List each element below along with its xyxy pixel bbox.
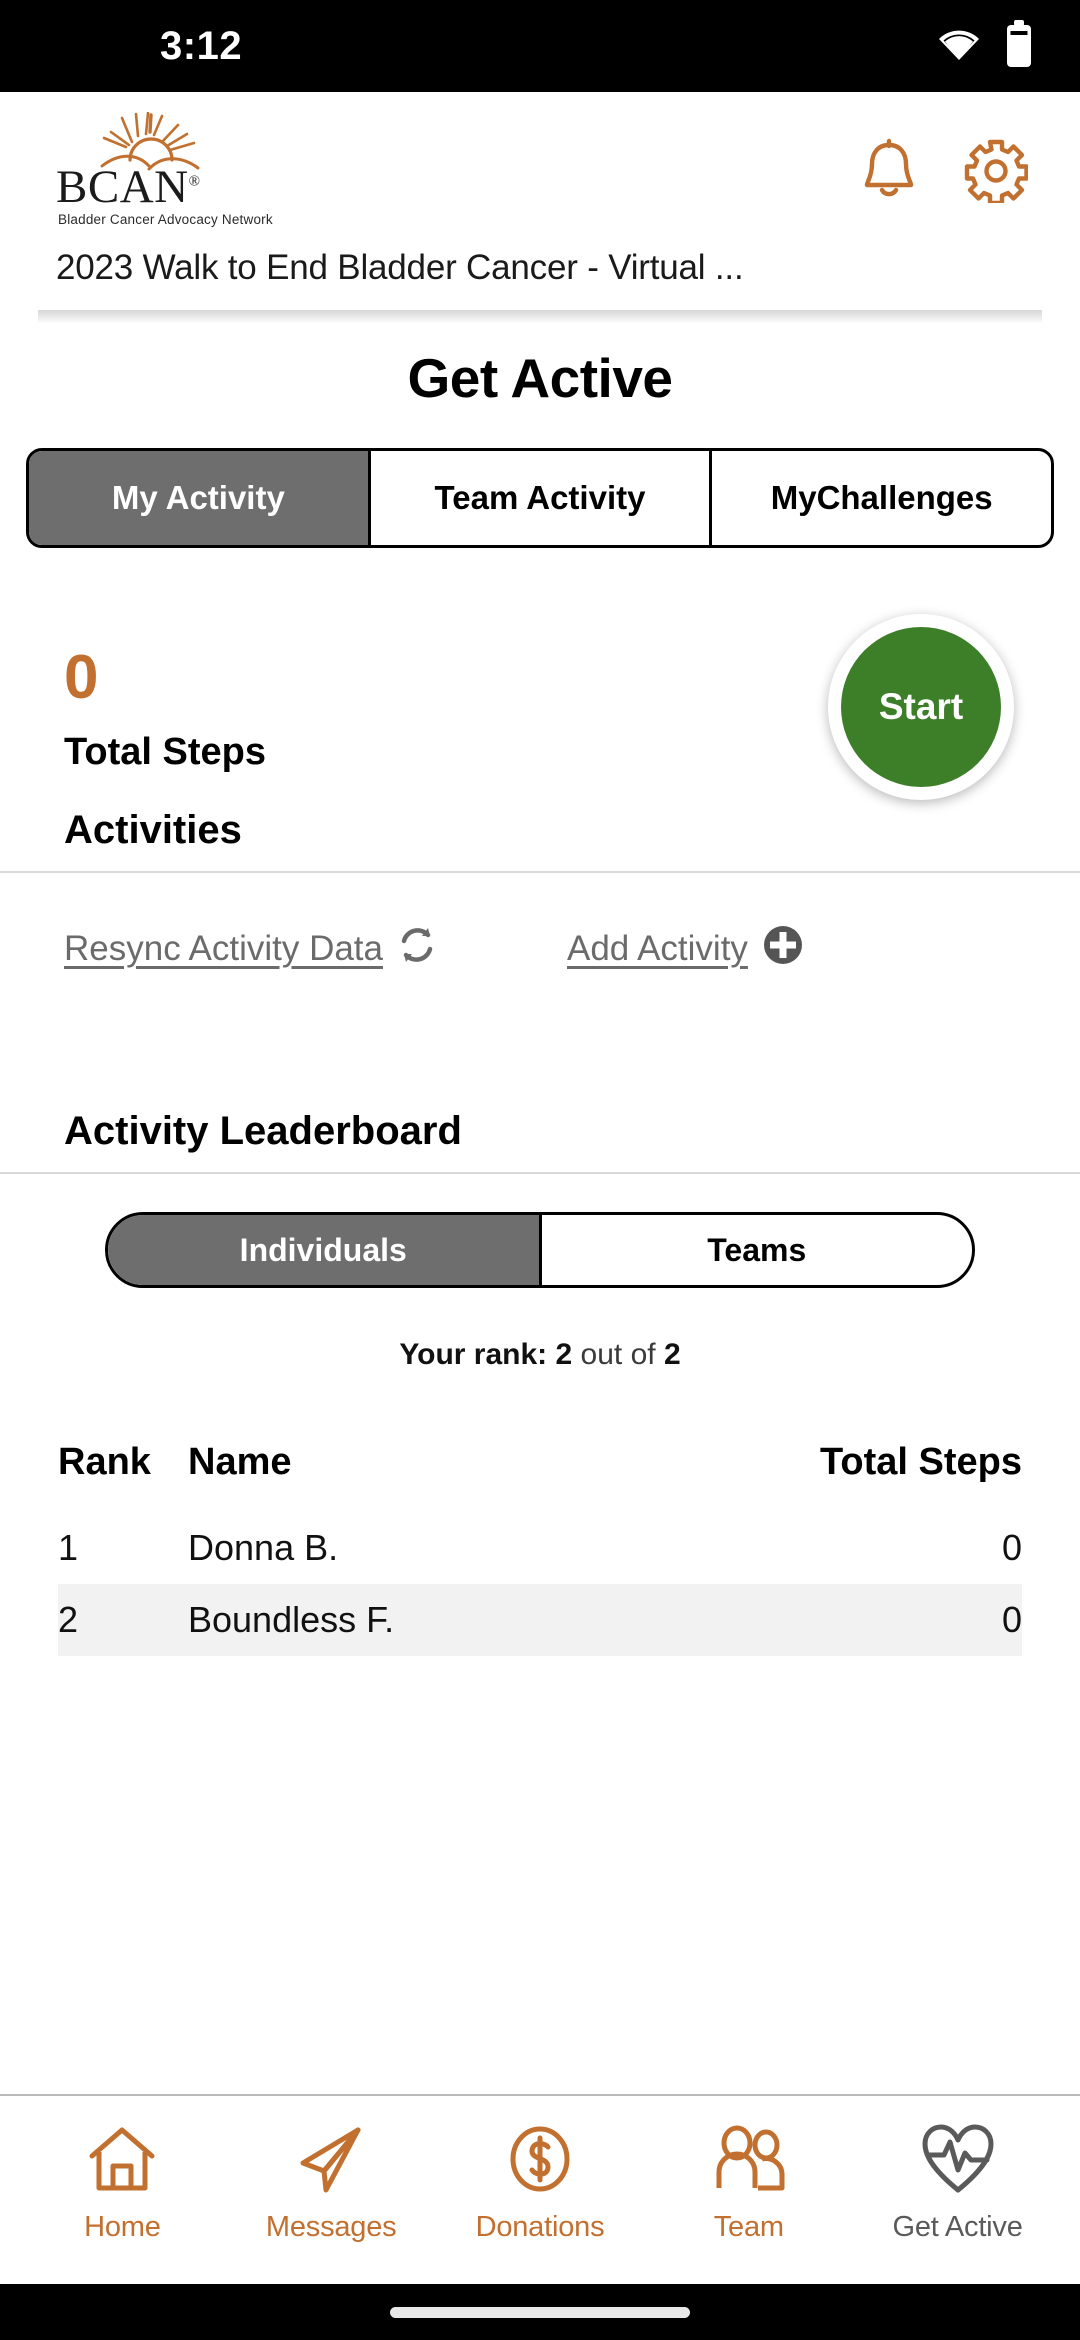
your-rank-total: 2 [663, 1338, 681, 1371]
start-button-ring: Start [828, 614, 1014, 800]
people-icon [710, 2122, 788, 2201]
start-button[interactable]: Start [841, 627, 1001, 787]
nav-label-get-active: Get Active [892, 2211, 1023, 2243]
steps-summary-row: 0 Total Steps Start [0, 548, 1080, 808]
page-title: Get Active [407, 347, 673, 409]
nav-label-messages: Messages [265, 2211, 397, 2243]
header-divider-shadow [38, 310, 1042, 324]
activities-empty-area [0, 991, 1080, 1109]
wifi-icon [936, 26, 982, 67]
cell-total-steps: 0 [1001, 1527, 1022, 1568]
nav-item-donations[interactable]: Donations [445, 2122, 635, 2244]
resync-activity-data-label: Resync Activity Data [64, 929, 383, 968]
column-header-rank: Rank [58, 1440, 151, 1483]
plus-circle-icon [762, 924, 804, 975]
leaderboard-heading: Activity Leaderboard [64, 1109, 462, 1153]
nav-label-team: Team [713, 2211, 784, 2243]
status-time: 3:12 [160, 23, 243, 68]
home-icon [86, 2122, 158, 2201]
nav-label-home: Home [84, 2211, 161, 2243]
dollar-circle-icon [504, 2122, 576, 2201]
nav-item-messages[interactable]: Messages [236, 2122, 426, 2244]
column-header-name: Name [188, 1440, 292, 1483]
header-top-row: BCAN® Bladder Cancer Advocacy Network [38, 111, 1042, 230]
bottom-navigation: Home Messages Donations Team Get Active [0, 2094, 1080, 2284]
nav-item-team[interactable]: Team [654, 2122, 844, 2244]
event-title[interactable]: 2023 Walk to End Bladder Cancer - Virtua… [56, 230, 1042, 288]
status-indicators [936, 19, 1034, 73]
app-screen: 3:12 BCAN® Bladder Cancer Advocacy Netwo… [0, 0, 1080, 2340]
total-steps-block: 0 Total Steps [64, 641, 266, 774]
resync-activity-data-button[interactable]: Resync Activity Data [64, 925, 437, 974]
refresh-icon [397, 925, 437, 974]
cell-rank: 2 [58, 1599, 79, 1640]
cell-name: Boundless F. [188, 1599, 395, 1640]
tab-my-challenges-line2: Challenges [816, 479, 993, 517]
logo-wordmark-text: BCAN [56, 161, 189, 213]
logo-tagline: Bladder Cancer Advocacy Network [58, 212, 273, 227]
app-header: BCAN® Bladder Cancer Advocacy Network 20… [0, 92, 1080, 324]
status-bar: 3:12 [0, 0, 1080, 92]
home-indicator-area [0, 2284, 1080, 2340]
table-row[interactable]: 2 Boundless F. 0 [58, 1584, 1022, 1656]
leaderboard-table: Rank Name Total Steps 1 Donna B. 0 2 Bou… [0, 1372, 1080, 1656]
cell-name: Donna B. [188, 1527, 339, 1568]
column-header-total-steps: Total Steps [820, 1440, 1022, 1483]
leaderboard-tab-teams[interactable]: Teams [542, 1215, 973, 1285]
table-header-row: Rank Name Total Steps [58, 1424, 1022, 1500]
add-activity-label: Add Activity [567, 929, 748, 968]
leaderboard-toggle-container: Individuals Teams [0, 1174, 1080, 1288]
battery-icon [1004, 19, 1034, 73]
heart-pulse-icon [919, 2122, 997, 2201]
nav-item-home[interactable]: Home [27, 2122, 217, 2244]
activities-actions: Resync Activity Data Add Activity [0, 873, 1080, 991]
header-actions [858, 138, 1029, 206]
your-rank-middle: out of [580, 1338, 656, 1371]
home-indicator[interactable] [390, 2306, 690, 2318]
add-activity-button[interactable]: Add Activity [567, 924, 804, 975]
your-rank-line: Your rank: 2 out of 2 [0, 1288, 1080, 1372]
cell-rank: 1 [58, 1527, 79, 1568]
bell-icon[interactable] [858, 138, 920, 204]
logo-wordmark: BCAN® [56, 164, 201, 211]
cell-total-steps: 0 [1001, 1599, 1022, 1640]
table-row[interactable]: 1 Donna B. 0 [58, 1512, 1022, 1584]
bcan-logo: BCAN® Bladder Cancer Advocacy Network [56, 111, 273, 227]
registered-mark: ® [188, 173, 201, 190]
tab-my-activity[interactable]: My Activity [29, 451, 371, 545]
total-steps-label: Total Steps [64, 730, 266, 773]
your-rank-prefix: Your rank: [399, 1338, 548, 1371]
tab-team-activity[interactable]: Team Activity [371, 451, 713, 545]
gear-icon[interactable] [964, 139, 1029, 206]
nav-label-donations: Donations [475, 2211, 605, 2243]
leaderboard-tab-individuals[interactable]: Individuals [108, 1215, 542, 1285]
paper-plane-icon [295, 2122, 367, 2201]
activities-heading: Activities [64, 808, 242, 852]
main-tabs-container: My Activity Team Activity My Challenges [0, 410, 1080, 548]
total-steps-value: 0 [64, 642, 99, 712]
tab-my-challenges[interactable]: My Challenges [712, 451, 1051, 545]
your-rank-value: 2 [555, 1338, 573, 1371]
nav-item-get-active[interactable]: Get Active [863, 2122, 1053, 2244]
main-tabs: My Activity Team Activity My Challenges [26, 448, 1054, 548]
leaderboard-toggle: Individuals Teams [105, 1212, 975, 1288]
tab-my-challenges-line1: My [770, 479, 817, 517]
